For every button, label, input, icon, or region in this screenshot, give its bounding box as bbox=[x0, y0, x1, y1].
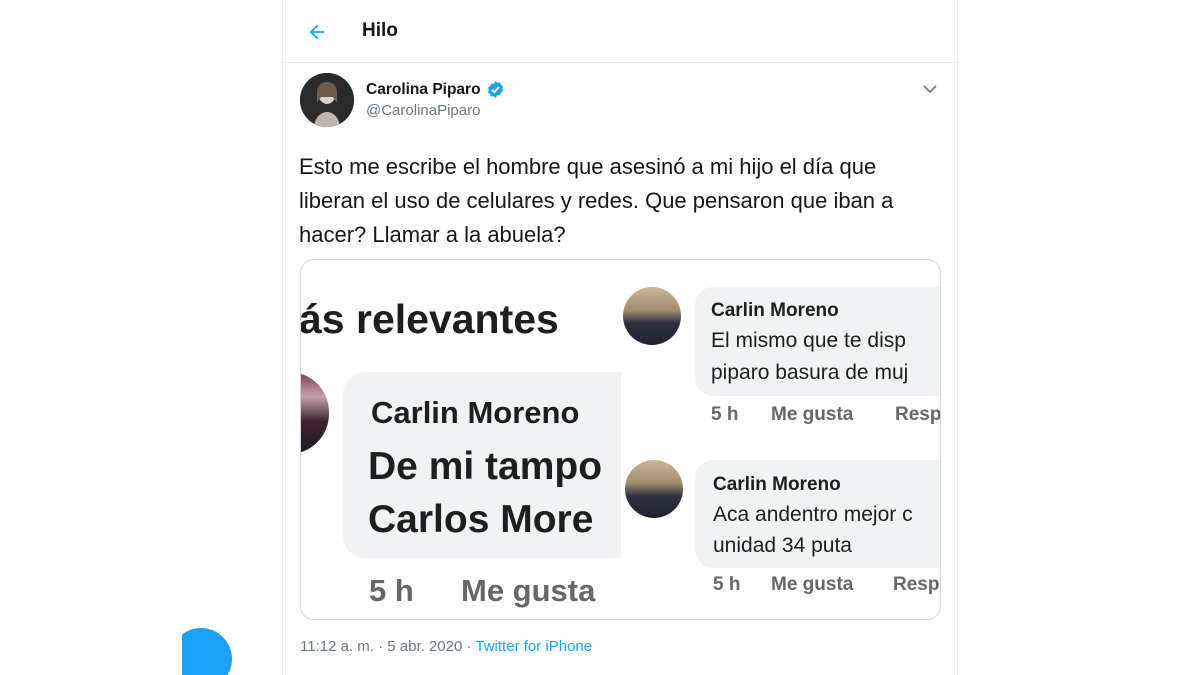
thread-header: Hilo bbox=[283, 0, 957, 63]
author-name-text: Carolina Piparo bbox=[366, 80, 481, 98]
tweet-timestamp: 11:12 a. m. · 5 abr. 2020 · Twitter for … bbox=[300, 638, 592, 655]
comment-time: 5 h bbox=[711, 404, 739, 425]
comment-reply: Resp bbox=[895, 404, 941, 425]
author-avatar[interactable] bbox=[300, 73, 354, 127]
comment-avatar bbox=[625, 460, 683, 518]
background-cover bbox=[140, 620, 182, 675]
chevron-down-icon bbox=[923, 85, 937, 94]
comment-time: 5 h bbox=[713, 574, 741, 595]
thread-column: Hilo Carolina Piparo @CarolinaPiparo Est… bbox=[282, 0, 958, 675]
author-handle[interactable]: @CarolinaPiparo bbox=[366, 102, 480, 119]
comment-line1: El mismo que te disp bbox=[711, 329, 906, 352]
comment-like: Me gusta bbox=[771, 574, 854, 595]
zoom-comment-author: Carlin Moreno bbox=[371, 395, 580, 430]
tweet-date[interactable]: 11:12 a. m. · 5 abr. 2020 · bbox=[300, 638, 475, 655]
comment-reply: Resp bbox=[893, 574, 940, 595]
zoom-avatar bbox=[301, 372, 329, 454]
comment-line2: unidad 34 puta bbox=[713, 534, 852, 557]
zoom-comment-like: Me gusta bbox=[461, 573, 596, 608]
zoom-comment-time: 5 h bbox=[369, 573, 414, 608]
page-title: Hilo bbox=[362, 20, 398, 41]
media-right-comments: Carlin Moreno El mismo que te disp pipar… bbox=[621, 260, 941, 619]
tweet-text: Esto me escribe el hombre que asesinó a … bbox=[299, 154, 894, 247]
more-options-button[interactable] bbox=[921, 80, 939, 98]
author-name[interactable]: Carolina Piparo bbox=[366, 80, 505, 99]
comment-like: Me gusta bbox=[771, 404, 854, 425]
comment-line2: piparo basura de muj bbox=[711, 361, 909, 384]
comment-avatar bbox=[623, 287, 681, 345]
comment-author: Carlin Moreno bbox=[711, 300, 839, 321]
verified-badge-icon bbox=[487, 81, 503, 98]
comment-author: Carlin Moreno bbox=[713, 474, 841, 495]
media-left-zoomed: ás relevantes Carlin Moreno De mi tampo … bbox=[301, 260, 621, 619]
zoom-comment-line1: De mi tampo bbox=[368, 445, 603, 488]
tweet-media-image[interactable]: ás relevantes Carlin Moreno De mi tampo … bbox=[300, 259, 941, 620]
zoom-comment-line2: Carlos More bbox=[368, 498, 594, 541]
comment-line1: Aca andentro mejor c bbox=[713, 503, 913, 526]
tweet-source-link[interactable]: Twitter for iPhone bbox=[475, 638, 592, 655]
back-button[interactable] bbox=[303, 18, 331, 46]
zoom-heading: ás relevantes bbox=[301, 296, 559, 342]
back-arrow-icon bbox=[309, 24, 325, 40]
